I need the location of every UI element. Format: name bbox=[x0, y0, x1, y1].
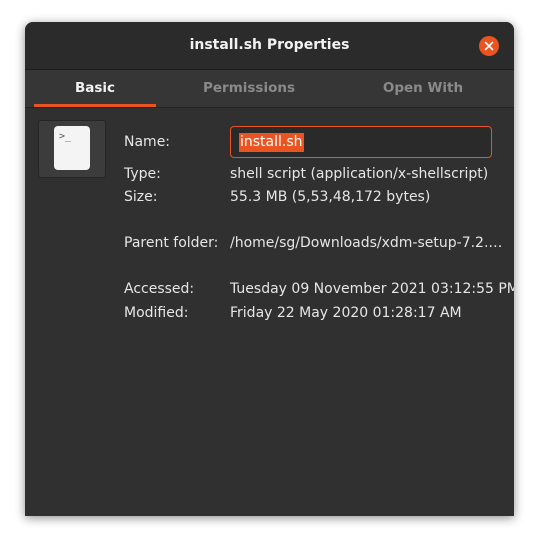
tab-open-with[interactable]: Open With bbox=[339, 70, 507, 107]
size-value[interactable]: 55.3 MB (5,53,48,172 bytes) bbox=[230, 189, 430, 205]
parent-folder-label: Parent folder: bbox=[124, 235, 219, 251]
window-title: install.sh Properties bbox=[189, 37, 350, 53]
file-icon-button[interactable]: >_ bbox=[38, 120, 106, 178]
type-value[interactable]: shell script (application/x-shellscript) bbox=[230, 166, 488, 182]
modified-label: Modified: bbox=[124, 305, 189, 321]
tab-bar: Basic Permissions Open With bbox=[25, 70, 514, 108]
terminal-prompt-glyph: >_ bbox=[59, 131, 72, 142]
properties-dialog: install.sh Properties Basic Permissions … bbox=[25, 22, 514, 516]
close-button[interactable] bbox=[479, 36, 499, 56]
name-field[interactable]: install.sh bbox=[230, 126, 492, 158]
accessed-value[interactable]: Tuesday 09 November 2021 03:12:55 PM bbox=[230, 281, 514, 297]
name-label: Name: bbox=[124, 134, 171, 150]
parent-folder-value[interactable]: /home/sg/Downloads/xdm-setup-7.2.… bbox=[230, 235, 502, 251]
size-label: Size: bbox=[124, 189, 158, 205]
title-bar[interactable]: install.sh Properties bbox=[25, 22, 514, 70]
tab-permissions[interactable]: Permissions bbox=[165, 70, 333, 107]
modified-value[interactable]: Friday 22 May 2020 01:28:17 AM bbox=[230, 305, 462, 321]
accessed-label: Accessed: bbox=[124, 281, 195, 297]
tab-basic[interactable]: Basic bbox=[34, 70, 156, 107]
name-field-selected-text: install.sh bbox=[239, 133, 304, 152]
basic-tab-panel: >_ Name: install.sh Type: shell script (… bbox=[25, 108, 514, 516]
type-label: Type: bbox=[124, 166, 161, 182]
close-icon bbox=[484, 41, 494, 51]
active-tab-indicator bbox=[34, 104, 156, 107]
terminal-script-icon: >_ bbox=[54, 126, 90, 170]
